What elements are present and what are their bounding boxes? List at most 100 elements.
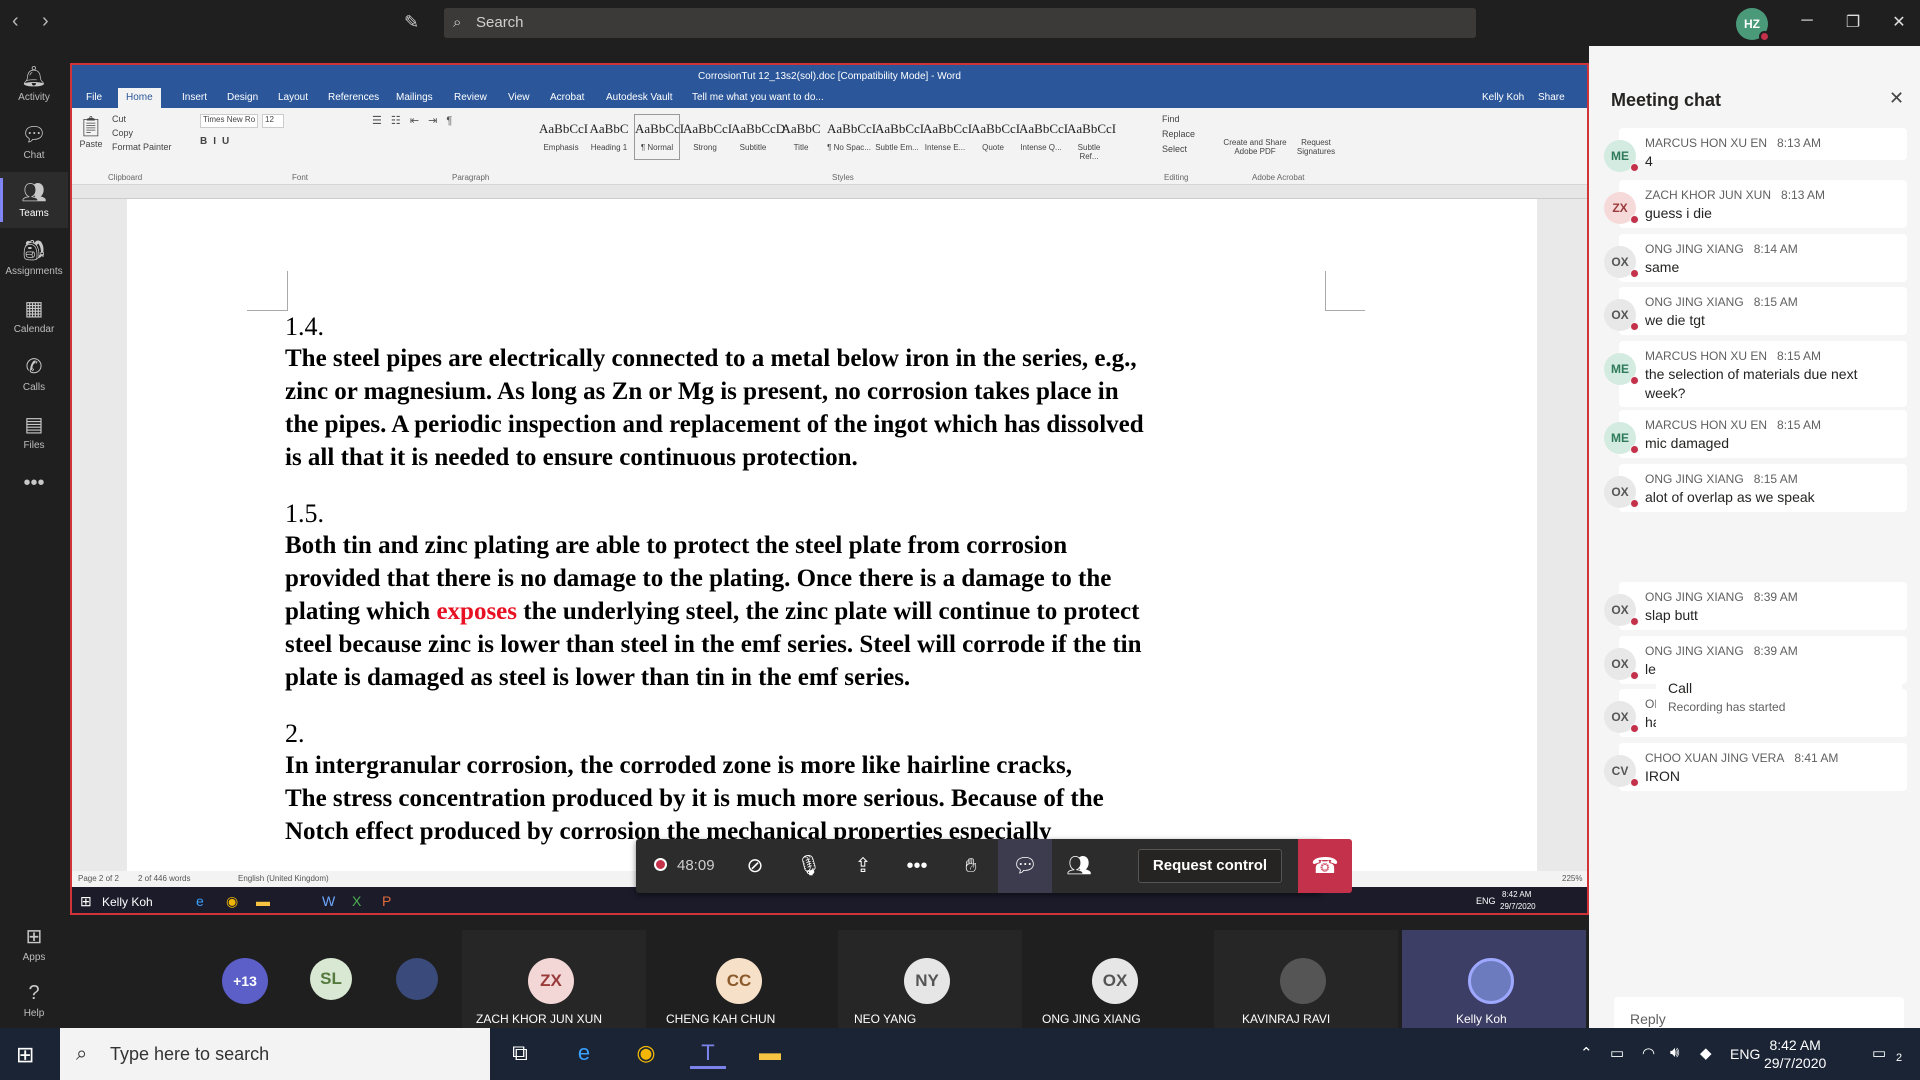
tab-layout[interactable]: Layout (278, 92, 308, 103)
mic-off-icon[interactable]: 🎙︎ (782, 839, 836, 893)
format-painter-button[interactable]: Format Painter (112, 142, 172, 152)
avatar[interactable]: CV (1604, 755, 1639, 787)
replace-button[interactable]: Replace (1162, 129, 1195, 139)
avatar[interactable]: ME (1604, 422, 1639, 454)
avatar[interactable]: OX (1604, 476, 1639, 508)
avatar[interactable]: OX (1604, 246, 1639, 278)
request-control-button[interactable]: Request control (1138, 849, 1282, 883)
avatar[interactable]: HZ (1736, 8, 1770, 42)
close-icon[interactable]: ✕ (1884, 12, 1914, 32)
request-signatures-button[interactable]: Request Signatures (1292, 138, 1340, 156)
participant-tile[interactable]: CC CHENG KAH CHUN (650, 930, 834, 1028)
rail-item-files[interactable]: ▤ Files (0, 404, 68, 460)
paragraph-buttons[interactable]: ☰ ☷ ⇤ ⇥ ¶ (372, 114, 455, 127)
chat-message[interactable]: ME MARCUS HON XU EN 8:15 AM the selection o… (1604, 341, 1907, 407)
chat-message[interactable]: ME MARCUS HON XU EN 8:15 AM mic damaged (1604, 410, 1907, 458)
avatar[interactable]: ME (1604, 140, 1639, 172)
chat-message[interactable]: OX ONG JING XIANG 8:14 AM same (1604, 234, 1907, 282)
avatar[interactable]: ME (1604, 353, 1639, 385)
more-actions-icon[interactable]: ••• (890, 839, 944, 893)
raise-hand-icon[interactable]: ✋︎ (944, 839, 998, 893)
avatar[interactable]: OX (1604, 701, 1639, 733)
back-arrow-icon[interactable]: ‹ (12, 10, 19, 33)
share-button[interactable]: Share (1538, 92, 1565, 103)
tab-review[interactable]: Review (454, 92, 487, 103)
tab-insert[interactable]: Insert (182, 92, 207, 103)
participants-icon[interactable]: 👥︎ (1052, 839, 1106, 893)
style-option[interactable]: AaBbCcI Emphasis (538, 114, 588, 160)
participant-tile[interactable]: NY NEO YANG (838, 930, 1022, 1028)
chat-message[interactable]: CV CHOO XUAN JING VERA 8:41 AM IRON (1604, 743, 1907, 791)
tab-file[interactable]: File (86, 92, 102, 103)
font-format-buttons[interactable]: BIU (200, 136, 235, 147)
rail-item-calendar[interactable]: ▦ Calendar (0, 288, 68, 344)
avatar-photo[interactable] (396, 958, 438, 1000)
tray-chevron-icon[interactable]: ⌃ (1580, 1044, 1593, 1062)
new-chat-icon[interactable]: ✎ (404, 12, 426, 34)
close-icon[interactable]: ✕ (1889, 88, 1904, 109)
style-option[interactable]: AaBbCcI Quote (970, 114, 1020, 160)
style-option[interactable]: AaBbCcI Intense E... (922, 114, 972, 160)
participant-tile[interactable]: Kelly Koh (1402, 930, 1586, 1028)
camera-off-icon[interactable]: ⊘ (728, 839, 782, 893)
style-option[interactable]: AaBbCcI Intense Q... (1018, 114, 1068, 160)
language[interactable]: English (United Kingdom) (238, 874, 329, 883)
find-button[interactable]: Find (1162, 114, 1180, 124)
windows-search-input[interactable]: ⌕ Type here to search (60, 1028, 490, 1080)
search-input[interactable]: ⌕ Search (444, 8, 1476, 38)
rail-item-activity[interactable]: 🔔︎ Activity (0, 56, 68, 112)
minimize-icon[interactable]: ─ (1792, 12, 1822, 30)
chrome-icon[interactable]: ◉ (628, 1040, 664, 1066)
avatar[interactable]: OX (1604, 594, 1639, 626)
tab-home[interactable]: Home (118, 88, 161, 108)
task-view-icon[interactable]: ⧉ (502, 1040, 538, 1066)
zoom-level[interactable]: 225% (1562, 874, 1582, 883)
chat-message[interactable]: ZX ZACH KHOR JUN XUN 8:13 AM guess i die (1604, 180, 1907, 228)
share-screen-icon[interactable]: ⇪ (836, 839, 890, 893)
dropbox-icon[interactable]: ◆ (1700, 1044, 1712, 1062)
clock[interactable]: 8:42 AM 29/7/2020 (1764, 1036, 1826, 1072)
style-option[interactable]: AaBbC Heading 1 (586, 114, 632, 160)
windows-start-icon[interactable]: ⊞ (16, 1042, 34, 1068)
rail-item-chat[interactable]: 💬︎ Chat (0, 114, 68, 170)
style-option[interactable]: AaBbCcI ¶ No Spac... (826, 114, 876, 160)
rail-item-help[interactable]: ? Help (0, 974, 68, 1030)
style-option[interactable]: AaBbCcD Subtitle (730, 114, 785, 160)
tab-references[interactable]: References (328, 92, 379, 103)
word-count[interactable]: 2 of 446 words (138, 874, 190, 883)
tab-autodesk-vault[interactable]: Autodesk Vault (606, 92, 673, 103)
chat-toggle-icon[interactable]: 💬︎ (998, 839, 1052, 893)
rail-item-assignments[interactable]: 🎒︎ Assignments (0, 230, 68, 286)
forward-arrow-icon[interactable]: › (42, 10, 49, 33)
horizontal-ruler[interactable] (72, 185, 1587, 199)
create-pdf-button[interactable]: Create and Share Adobe PDF (1222, 138, 1288, 156)
wifi-icon[interactable]: ◠ (1642, 1044, 1655, 1062)
file-explorer-icon[interactable]: ▬ (752, 1040, 788, 1066)
teams-icon[interactable]: T (690, 1040, 726, 1069)
style-option[interactable]: AaBbCcI ¶ Normal (634, 114, 684, 160)
paste-button[interactable]: 📋︎ Paste (78, 114, 104, 154)
tab-acrobat[interactable]: Acrobat (550, 92, 584, 103)
rail-item-calls[interactable]: ✆ Calls (0, 346, 68, 402)
battery-icon[interactable]: ▭ (1610, 1044, 1624, 1062)
rail-item-teams[interactable]: 👥︎ Teams (0, 172, 68, 228)
hang-up-button[interactable]: ☎︎ (1298, 839, 1352, 893)
avatar[interactable]: ZX (1604, 192, 1639, 224)
chat-message[interactable]: OX ONG JING XIANG 8:15 AM alot of overlap a… (1604, 464, 1907, 512)
font-name-select[interactable]: Times New Ro (200, 114, 258, 128)
cut-button[interactable]: Cut (112, 114, 126, 124)
participant-tile[interactable]: KAVINRAJ RAVI (1214, 930, 1398, 1028)
style-option[interactable]: AaBbCcI Strong (682, 114, 732, 160)
font-size-select[interactable]: 12 (262, 114, 284, 128)
select-button[interactable]: Select (1162, 144, 1187, 154)
rail-item-apps[interactable]: ⊞ Apps (0, 916, 68, 972)
style-option[interactable]: AaBbCcI Subtle Ref... (1066, 114, 1116, 161)
input-language[interactable]: ENG (1730, 1046, 1760, 1062)
chat-message[interactable]: ME MARCUS HON XU EN 8:13 AM 4 (1604, 128, 1907, 172)
participant-tile[interactable]: OX ONG JING XIANG (1026, 930, 1210, 1028)
participant-tile[interactable]: ZX ZACH KHOR JUN XUN (462, 930, 646, 1028)
avatar[interactable]: SL (310, 958, 352, 1000)
edge-icon[interactable]: e (566, 1040, 602, 1066)
restore-icon[interactable]: ❐ (1838, 12, 1868, 32)
tab-view[interactable]: View (508, 92, 530, 103)
